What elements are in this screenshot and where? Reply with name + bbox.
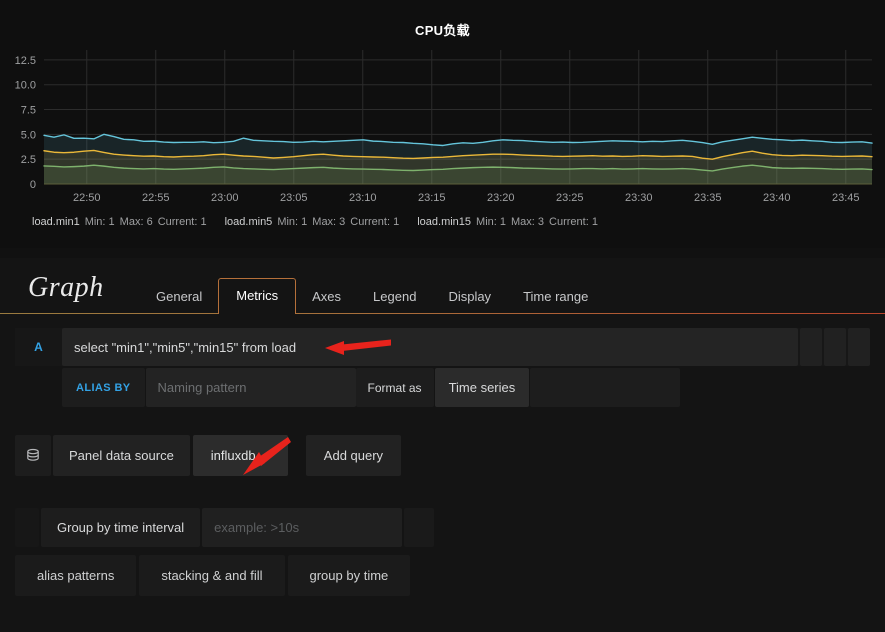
alias-by-input[interactable] [145, 368, 356, 407]
query-letter[interactable]: A [15, 328, 62, 366]
help-link-group-by-time[interactable]: group by time [287, 555, 411, 596]
chart-x-tick-label: 22:55 [142, 192, 170, 204]
help-link-stacking-and-fill[interactable]: stacking & and fill [139, 555, 285, 596]
tab-general[interactable]: General [140, 280, 218, 314]
group-by-row-pad [15, 508, 39, 547]
editor-tabs[interactable]: General Metrics Axes Legend Display Time rang… [140, 258, 604, 314]
panel-data-source-label: Panel data source [53, 435, 190, 476]
chart-x-tick-label: 23:00 [211, 192, 239, 204]
legend-series-name: load.min1 [32, 216, 80, 228]
group-by-interval-label: Group by time interval [41, 508, 201, 547]
chart-x-tick-label: 23:45 [832, 192, 860, 204]
query-action-icons [798, 328, 870, 366]
tab-metrics[interactable]: Metrics [218, 278, 297, 314]
query-duplicate-icon[interactable] [824, 328, 846, 366]
legend-stat-current: Current: 1 [549, 216, 598, 228]
options-row-tail [530, 368, 681, 407]
chart-svg: 0 2.5 5.0 7.5 10.0 12.5 [15, 50, 873, 191]
legend-stat-max: Max: 6 [119, 216, 153, 228]
chart-x-tick-label: 23:20 [487, 192, 515, 204]
chart-x-tick-label: 23:25 [556, 192, 584, 204]
row-spacer [15, 368, 62, 407]
editor-type-title: Graph [28, 272, 104, 303]
group-by-interval-input[interactable] [202, 508, 403, 547]
chart-x-axis: 22:50 22:55 23:00 23:05 23:10 23:15 23:20 23:25… [0, 192, 885, 212]
query-options-row: ALIAS BY Format as Time series [15, 368, 870, 407]
legend-stat-current: Current: 1 [350, 216, 400, 228]
group-by-row-tail [404, 508, 435, 547]
tab-time-range[interactable]: Time range [507, 280, 604, 314]
query-row-a: A [15, 328, 870, 366]
chart-x-tick-label: 23:05 [280, 192, 308, 204]
chart-y-tick-label: 2.5 [21, 154, 36, 166]
graph-panel: CPU负载 0 2.5 5.0 7.5 10.0 12.5 22:50 22:55 23:00… [0, 0, 885, 248]
chart-legend: load.min1 Min: 1 Max: 6 Current: 1 load.min5… [0, 216, 885, 228]
legend-stat-current: Current: 1 [157, 216, 207, 228]
query-remove-icon[interactable] [848, 328, 870, 366]
query-eye-icon[interactable] [800, 328, 822, 366]
datasource-row: Panel data source influxdb Add query [15, 435, 870, 476]
chart-x-tick-label: 22:50 [73, 192, 101, 204]
query-input[interactable] [62, 328, 798, 366]
chart-x-tick-label: 23:35 [694, 192, 722, 204]
database-icon[interactable] [15, 435, 51, 476]
tabbar-underline [0, 313, 885, 314]
chart-y-tick-label: 12.5 [15, 55, 36, 67]
options-row-gap [680, 368, 870, 407]
legend-item[interactable]: load.min15 Min: 1 Max: 3 Current: 1 [417, 216, 598, 228]
help-link-alias-patterns[interactable]: alias patterns [15, 555, 137, 596]
legend-stat-min: Min: 1 [277, 216, 308, 228]
tab-display[interactable]: Display [432, 280, 507, 314]
legend-series-name: load.min5 [224, 216, 273, 228]
legend-item[interactable]: load.min5 Min: 1 Max: 3 Current: 1 [225, 216, 400, 228]
format-as-label: Format as [355, 368, 434, 407]
alias-by-label: ALIAS BY [62, 368, 145, 407]
tab-axes[interactable]: Axes [296, 280, 357, 314]
legend-stat-min: Min: 1 [84, 216, 115, 228]
chart-y-tick-label: 0 [30, 179, 36, 191]
editor-tabbar: Graph General Metrics Axes Legend Display Tim… [0, 258, 885, 314]
chart-x-tick-label: 23:10 [349, 192, 377, 204]
page-title: CPU负载 [415, 23, 470, 38]
chart-y-tick-label: 7.5 [21, 105, 36, 117]
group-by-interval-row: Group by time interval [15, 508, 870, 547]
legend-item[interactable]: load.min1 Min: 1 Max: 6 Current: 1 [32, 216, 207, 228]
chart-x-tick-label: 23:40 [763, 192, 791, 204]
chart-x-tick-label: 23:30 [625, 192, 653, 204]
grafana-graph-editor: CPU负载 0 2.5 5.0 7.5 10.0 12.5 22:50 22:55 23:00… [0, 0, 885, 632]
format-as-select[interactable]: Time series [434, 368, 530, 407]
panel-editor: Graph General Metrics Axes Legend Display Tim… [0, 258, 885, 632]
help-links-row: alias patterns stacking & and fill group b… [15, 555, 870, 596]
add-query-button[interactable]: Add query [305, 435, 402, 476]
legend-stat-min: Min: 1 [476, 216, 507, 228]
chart-plot-area[interactable]: 0 2.5 5.0 7.5 10.0 12.5 [0, 44, 885, 194]
chart-y-tick-label: 10.0 [15, 80, 36, 92]
legend-series-name: load.min15 [417, 216, 472, 228]
editor-body: A ALIAS BY Format as Time series [0, 314, 885, 596]
chart-y-tick-label: 5.0 [21, 129, 36, 141]
tab-legend[interactable]: Legend [357, 280, 432, 314]
chart-x-tick-label: 23:15 [418, 192, 446, 204]
legend-stat-max: Max: 3 [511, 216, 545, 228]
datasource-select[interactable]: influxdb [192, 435, 288, 476]
legend-stat-max: Max: 3 [312, 216, 346, 228]
